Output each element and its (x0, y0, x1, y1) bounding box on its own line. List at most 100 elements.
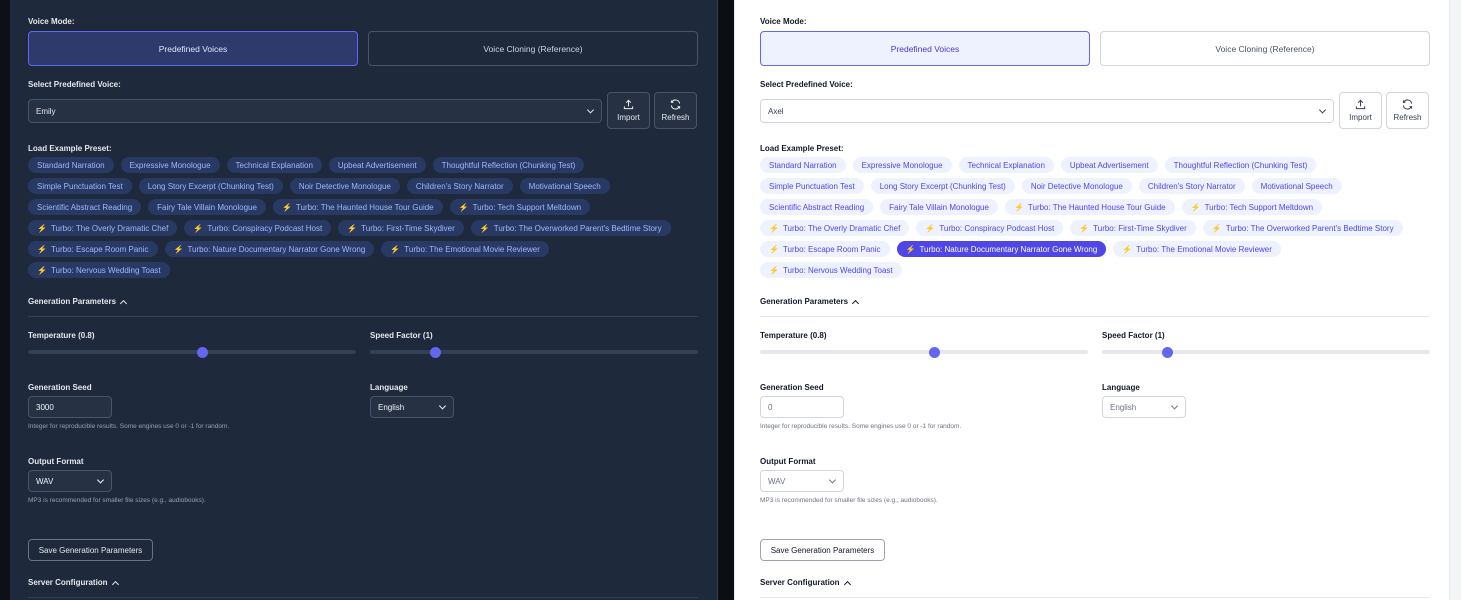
voice-select[interactable]: Axel (760, 99, 1334, 123)
preset-chip[interactable]: Upbeat Advertisement (1060, 157, 1158, 173)
preset-chip[interactable]: Thoughtful Reflection (Chunking Test) (1164, 157, 1317, 173)
predefined-voices-button[interactable]: Predefined Voices (760, 31, 1090, 66)
refresh-button[interactable]: Refresh (1386, 92, 1429, 129)
save-generation-params-button[interactable]: Save Generation Parameters (28, 539, 153, 561)
server-config-toggle[interactable]: Server Configuration (760, 578, 851, 588)
import-button[interactable]: Import (607, 92, 650, 129)
preset-chip[interactable]: Noir Detective Monologue (289, 178, 400, 194)
speed-slider-thumb[interactable] (430, 346, 442, 358)
output-format-select[interactable]: WAV (28, 470, 112, 492)
preset-chip[interactable]: Long Story Excerpt (Chunking Test) (870, 178, 1015, 194)
preset-chip-label: Turbo: The Haunted House Tour Guide (1027, 202, 1166, 212)
preset-chip[interactable]: Technical Explanation (226, 157, 322, 173)
generation-params-toggle[interactable]: Generation Parameters (28, 297, 128, 307)
preset-chip[interactable]: ⚡ Turbo: First-Time Skydiver (1070, 220, 1196, 236)
language-value: English (378, 402, 405, 412)
preset-chip[interactable]: Long Story Excerpt (Chunking Test) (138, 178, 283, 194)
preset-chip[interactable]: ⚡ Turbo: The Overly Dramatic Chef (28, 220, 178, 236)
preset-chip[interactable]: ⚡ Turbo: The Haunted House Tour Guide (1004, 199, 1175, 215)
right-edge (1450, 0, 1461, 600)
refresh-icon (670, 99, 681, 110)
preset-chip[interactable]: ⚡ Turbo: The Overly Dramatic Chef (760, 220, 910, 236)
preset-chip-row: ⚡ Turbo: The Overly Dramatic Chef ⚡ Turbo: … (760, 220, 1440, 236)
voice-cloning-button[interactable]: Voice Cloning (Reference) (1100, 31, 1430, 66)
temperature-slider-thumb[interactable] (929, 346, 941, 358)
preset-chip[interactable]: Expressive Monologue (852, 157, 952, 173)
preset-chip[interactable]: Motivational Speech (1251, 178, 1342, 194)
preset-chip[interactable]: Fairy Tale Villain Monologue (148, 199, 266, 215)
preset-chip[interactable]: ⚡ Turbo: Nature Documentary Narrator Gone… (896, 241, 1107, 257)
seed-label: Generation Seed (28, 383, 92, 392)
lightning-bolt-icon: ⚡ (479, 223, 490, 233)
preset-chip-label: Turbo: Nervous Wedding Toast (50, 265, 161, 275)
preset-chip[interactable]: Scientific Abstract Reading (28, 199, 142, 215)
lightning-bolt-icon: ⚡ (37, 244, 47, 254)
preset-chip-label: Simple Punctuation Test (37, 181, 123, 191)
preset-chip[interactable]: Scientific Abstract Reading (760, 199, 874, 215)
preset-chip[interactable]: Children's Story Narrator (406, 178, 513, 194)
preset-chip[interactable]: Standard Narration (760, 157, 846, 173)
generation-params-toggle[interactable]: Generation Parameters (760, 297, 860, 307)
preset-chip[interactable]: Upbeat Advertisement (328, 157, 426, 173)
refresh-button[interactable]: Refresh (654, 92, 697, 129)
speed-slider-thumb[interactable] (1162, 346, 1174, 358)
predefined-voices-button[interactable]: Predefined Voices (28, 31, 358, 66)
voice-select[interactable]: Emily (28, 99, 602, 123)
preset-chip[interactable]: ⚡ Turbo: Conspiracy Podcast Host (184, 220, 332, 236)
seed-input[interactable]: 0 (760, 396, 844, 418)
preset-chip[interactable]: Thoughtful Reflection (Chunking Test) (432, 157, 585, 173)
preset-chip[interactable]: ⚡ Turbo: The Overworked Parent's Bedtime … (1202, 220, 1403, 236)
upload-icon (1355, 99, 1366, 110)
preset-chip[interactable]: ⚡ Turbo: First-Time Skydiver (338, 220, 464, 236)
language-select[interactable]: English (370, 396, 454, 418)
voice-cloning-button[interactable]: Voice Cloning (Reference) (368, 31, 698, 66)
seed-value: 0 (768, 402, 773, 412)
preset-chip[interactable]: ⚡ Turbo: Tech Support Meltdown (449, 199, 591, 215)
preset-chip[interactable]: Technical Explanation (958, 157, 1054, 173)
preset-chip[interactable]: Fairy Tale Villain Monologue (880, 199, 998, 215)
preset-chip[interactable]: Simple Punctuation Test (760, 178, 864, 194)
upload-icon (623, 99, 634, 110)
section-divider (28, 316, 698, 317)
preset-chip[interactable]: Simple Punctuation Test (28, 178, 132, 194)
preset-chip[interactable]: Children's Story Narrator (1138, 178, 1245, 194)
preset-chip-label: Turbo: Escape Room Panic (50, 244, 149, 254)
preset-chip-row: Standard Narration Expressive Monologue Te… (760, 157, 1440, 173)
lightning-bolt-icon: ⚡ (1122, 244, 1133, 254)
output-format-select[interactable]: WAV (760, 470, 844, 492)
preset-chip[interactable]: ⚡ Turbo: Escape Room Panic (760, 241, 890, 257)
speed-slider[interactable] (370, 346, 698, 358)
preset-chip[interactable]: Expressive Monologue (120, 157, 220, 173)
preset-chip[interactable]: ⚡ Turbo: The Haunted House Tour Guide (272, 199, 443, 215)
seed-input[interactable]: 3000 (28, 396, 112, 418)
preset-chip[interactable]: ⚡ Turbo: Escape Room Panic (28, 241, 158, 257)
lightning-bolt-icon: ⚡ (390, 244, 401, 254)
preset-chip[interactable]: ⚡ Turbo: The Emotional Movie Reviewer (1113, 241, 1281, 257)
preset-chip[interactable]: ⚡ Turbo: The Emotional Movie Reviewer (381, 241, 549, 257)
preset-chip[interactable]: ⚡ Turbo: Conspiracy Podcast Host (916, 220, 1064, 236)
preset-chip[interactable]: ⚡ Turbo: Nervous Wedding Toast (760, 262, 902, 278)
preset-chip[interactable]: ⚡ Turbo: The Overworked Parent's Bedtime … (470, 220, 671, 236)
preset-chip[interactable]: ⚡ Turbo: Nature Documentary Narrator Gone… (164, 241, 375, 257)
preset-chip-row: Simple Punctuation Test Long Story Excerp… (28, 178, 708, 194)
temperature-slider[interactable] (28, 346, 356, 358)
preset-chip-label: Children's Story Narrator (1147, 181, 1236, 191)
temperature-slider-thumb[interactable] (197, 346, 209, 358)
preset-chip[interactable]: Motivational Speech (519, 178, 610, 194)
seed-help-text: Integer for reproducible results. Some e… (28, 423, 230, 430)
preset-chip[interactable]: Noir Detective Monologue (1021, 178, 1132, 194)
preset-chip-label: Motivational Speech (528, 181, 601, 191)
preset-chip-row: ⚡ Turbo: Escape Room Panic ⚡ Turbo: Nature … (28, 241, 708, 257)
speed-slider[interactable] (1102, 346, 1430, 358)
import-button[interactable]: Import (1339, 92, 1382, 129)
temperature-slider[interactable] (760, 346, 1088, 358)
preset-chip[interactable]: ⚡ Turbo: Tech Support Meltdown (1181, 199, 1323, 215)
preset-chip[interactable]: ⚡ Turbo: Nervous Wedding Toast (28, 262, 170, 278)
preset-chip-row: ⚡ Turbo: Nervous Wedding Toast (760, 262, 1440, 278)
language-select[interactable]: English (1102, 396, 1186, 418)
preset-chip[interactable]: Standard Narration (28, 157, 114, 173)
preset-chip-label: Noir Detective Monologue (298, 181, 391, 191)
preset-chip-row: Scientific Abstract Reading Fairy Tale Vi… (28, 199, 708, 215)
save-generation-params-button[interactable]: Save Generation Parameters (760, 539, 885, 561)
server-config-toggle[interactable]: Server Configuration (28, 578, 119, 588)
